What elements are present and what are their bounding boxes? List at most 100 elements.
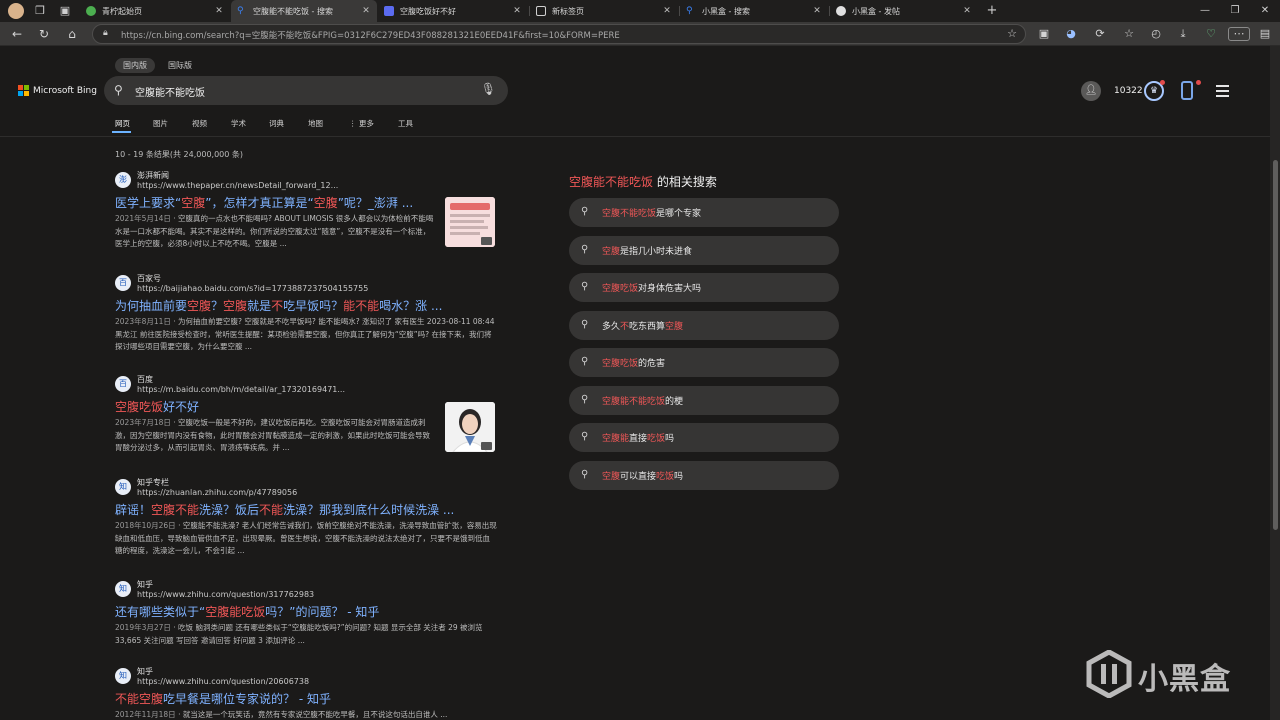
- result-title-link[interactable]: 不能空腹吃早餐是哪位专家说的？ - 知乎: [115, 691, 497, 707]
- result-snippet: 2023年7月18日 · 空腹吃饭一般是不好的，建议吃饭后再吃。空腹吃饭可能会对…: [115, 417, 437, 455]
- favorite-star-icon[interactable]: ☆: [1007, 27, 1017, 40]
- tab-5[interactable]: ⚲ 小黑盒 - 搜索 ✕: [680, 0, 828, 22]
- site-name[interactable]: 百度: [137, 374, 153, 385]
- result-title-link[interactable]: 空腹吃饭好不好: [115, 399, 437, 415]
- title-highlight: 空腹: [187, 299, 212, 313]
- title-text: 就是: [247, 299, 272, 313]
- result-source[interactable]: 知知乎专栏 https://zhuanlan.zhihu.com/p/477890…: [115, 477, 497, 499]
- browser-essentials-icon[interactable]: ♡: [1204, 27, 1218, 41]
- scope-web[interactable]: 网页: [115, 118, 130, 129]
- scrollbar-thumb[interactable]: [1273, 160, 1278, 530]
- scope-maps[interactable]: 地图: [308, 118, 323, 129]
- workspaces-icon[interactable]: ❒: [33, 4, 47, 18]
- rewards-points[interactable]: 10322: [1114, 86, 1143, 96]
- title-text: 还有哪些类似于“: [115, 605, 206, 619]
- result-thumbnail[interactable]: [445, 197, 495, 247]
- site-name[interactable]: 知乎专栏: [137, 477, 169, 488]
- user-avatar-icon[interactable]: 👤︎: [1081, 81, 1101, 101]
- scope-more[interactable]: ⋮ 更多: [349, 118, 374, 129]
- back-arrow-icon[interactable]: ←: [9, 26, 25, 42]
- downloads-icon[interactable]: ⤓: [1176, 27, 1190, 41]
- sidebar-icon[interactable]: ▤: [1258, 27, 1272, 41]
- result-title-link[interactable]: 为何抽血前要空腹？空腹就是不吃早饭吗？能不能喝水？涨 ...: [115, 298, 497, 314]
- tab-4[interactable]: 新标签页 ✕: [530, 0, 678, 22]
- lock-icon[interactable]: 🔒︎: [103, 28, 108, 38]
- site-url[interactable]: https://m.baidu.com/bh/m/detail/ar_17320…: [137, 385, 345, 394]
- result-source[interactable]: 百百家号 https://baijiahao.baidu.com/s?id=177…: [115, 273, 497, 295]
- related-search-item[interactable]: ⚲ 空腹不能吃饭是哪个专家: [569, 198, 839, 227]
- site-name[interactable]: 澎湃新闻: [137, 170, 169, 181]
- favorites-icon[interactable]: ☆: [1122, 27, 1136, 41]
- xiaoheihe-logo-icon: [1086, 650, 1132, 698]
- tab-close-icon[interactable]: ✕: [512, 6, 522, 16]
- region-pill-cn[interactable]: 国内版: [115, 58, 155, 73]
- result-source[interactable]: 澎澎湃新闻 https://www.thepaper.cn/newsDetail_…: [115, 170, 497, 192]
- tab-close-icon[interactable]: ✕: [812, 6, 822, 16]
- minimize-button[interactable]: —: [1190, 0, 1220, 22]
- related-search-item[interactable]: ⚲ 空腹吃饭对身体危害大吗: [569, 273, 839, 302]
- related-search-item[interactable]: ⚲ 空腹吃饭的危害: [569, 348, 839, 377]
- tab-close-icon[interactable]: ✕: [962, 6, 972, 16]
- scope-images[interactable]: 图片: [153, 118, 168, 129]
- maximize-button[interactable]: ❐: [1220, 0, 1250, 22]
- related-search-item[interactable]: ⚲ 空腹是指几小时未进食: [569, 235, 839, 265]
- search-box[interactable]: ⚲ 空腹能不能吃饭 🎙︎: [104, 76, 508, 105]
- mobile-phone-icon[interactable]: [1181, 81, 1193, 100]
- result-title-link[interactable]: 医学上要求“空腹”，怎样才真正算是“空腹”呢？_澎湃 ...: [115, 195, 437, 211]
- related-search-item[interactable]: ⚲ 多久不吃东西算空腹: [569, 310, 839, 340]
- tab-6[interactable]: 小黑盒 - 发帖 ✕: [830, 0, 978, 22]
- related-search-item[interactable]: ⚲ 空腹能不能吃饭的梗: [569, 385, 839, 415]
- history-icon[interactable]: ◴: [1149, 27, 1163, 41]
- site-url[interactable]: https://www.zhihu.com/question/317762983: [137, 590, 314, 599]
- region-pill-intl[interactable]: 国际版: [160, 58, 200, 73]
- tab-label: 新标签页: [552, 6, 584, 16]
- related-title-query: 空腹能不能吃饭: [569, 175, 654, 189]
- home-icon[interactable]: ⌂: [64, 26, 80, 42]
- profile-avatar[interactable]: [8, 3, 24, 19]
- close-window-button[interactable]: ✕: [1250, 0, 1280, 22]
- tab-close-icon[interactable]: ✕: [662, 6, 672, 16]
- extensions-puzzle-icon[interactable]: ⟳: [1093, 27, 1107, 41]
- tab-close-icon[interactable]: ✕: [214, 6, 224, 16]
- site-name[interactable]: 知乎: [137, 579, 153, 590]
- extension-icon[interactable]: ▣: [1037, 27, 1051, 41]
- new-tab-button[interactable]: +: [985, 4, 999, 18]
- scope-dictionary[interactable]: 词典: [269, 118, 284, 129]
- result-source[interactable]: 知知乎 https://www.zhihu.com/question/206067…: [115, 666, 497, 688]
- related-search-item[interactable]: ⚲ 空腹可以直接吃饭吗: [569, 460, 839, 490]
- scope-academic[interactable]: 学术: [231, 118, 246, 129]
- tab-actions-icon[interactable]: ▣: [58, 4, 72, 18]
- result-thumbnail[interactable]: [445, 402, 495, 452]
- microphone-icon[interactable]: 🎙︎: [481, 82, 496, 96]
- site-url[interactable]: https://www.thepaper.cn/newsDetail_forwa…: [137, 181, 338, 190]
- site-name[interactable]: 知乎: [137, 666, 153, 677]
- settings-more-icon[interactable]: ⋯: [1228, 27, 1250, 41]
- search-icon[interactable]: ⚲: [114, 83, 123, 97]
- tab-close-icon[interactable]: ✕: [361, 6, 371, 16]
- address-bar[interactable]: 🔒︎ https://cn.bing.com/search?q=空腹能不能吃饭&…: [92, 24, 1026, 44]
- address-url[interactable]: https://cn.bing.com/search?q=空腹能不能吃饭&FPI…: [121, 29, 620, 41]
- related-search-text: 空腹可以直接吃饭吗: [602, 469, 683, 482]
- related-search-item[interactable]: ⚲ 空腹能直接吃饭吗: [569, 423, 839, 452]
- hamburger-menu-icon[interactable]: [1216, 85, 1229, 97]
- result-source[interactable]: 百百度 https://m.baidu.com/bh/m/detail/ar_17…: [115, 374, 497, 396]
- site-url[interactable]: https://zhuanlan.zhihu.com/p/47789056: [137, 488, 297, 497]
- scope-videos[interactable]: 视频: [192, 118, 207, 129]
- search-input[interactable]: 空腹能不能吃饭: [135, 84, 205, 99]
- result-title-link[interactable]: 辟谣！空腹不能洗澡？饭后不能洗澡？那我到底什么时候洗澡 ...: [115, 502, 497, 518]
- tab-2-active[interactable]: ⚲ 空腹能不能吃饭 - 搜索 ✕: [231, 0, 377, 22]
- refresh-icon[interactable]: ↻: [36, 26, 52, 42]
- title-text: ？: [211, 299, 224, 313]
- scope-tools[interactable]: 工具: [398, 118, 413, 129]
- tab-favicon: [86, 6, 96, 16]
- tab-3[interactable]: 空腹吃饭好不好 ✕: [378, 0, 528, 22]
- result-source[interactable]: 知知乎 https://www.zhihu.com/question/317762…: [115, 579, 497, 601]
- extension-robot-icon[interactable]: ◕: [1064, 27, 1078, 41]
- result-title-link[interactable]: 还有哪些类似于“空腹能吃饭吗？”的问题？ - 知乎: [115, 604, 497, 620]
- site-name[interactable]: 百家号: [137, 273, 161, 284]
- site-url[interactable]: https://baijiahao.baidu.com/s?id=1773887…: [137, 284, 368, 293]
- site-url[interactable]: https://www.zhihu.com/question/20606738: [137, 677, 309, 686]
- tab-1[interactable]: 青柠起始页 ✕: [80, 0, 230, 22]
- bing-logo[interactable]: Microsoft Bing: [18, 85, 97, 96]
- related-highlight: 吃饭: [647, 434, 666, 444]
